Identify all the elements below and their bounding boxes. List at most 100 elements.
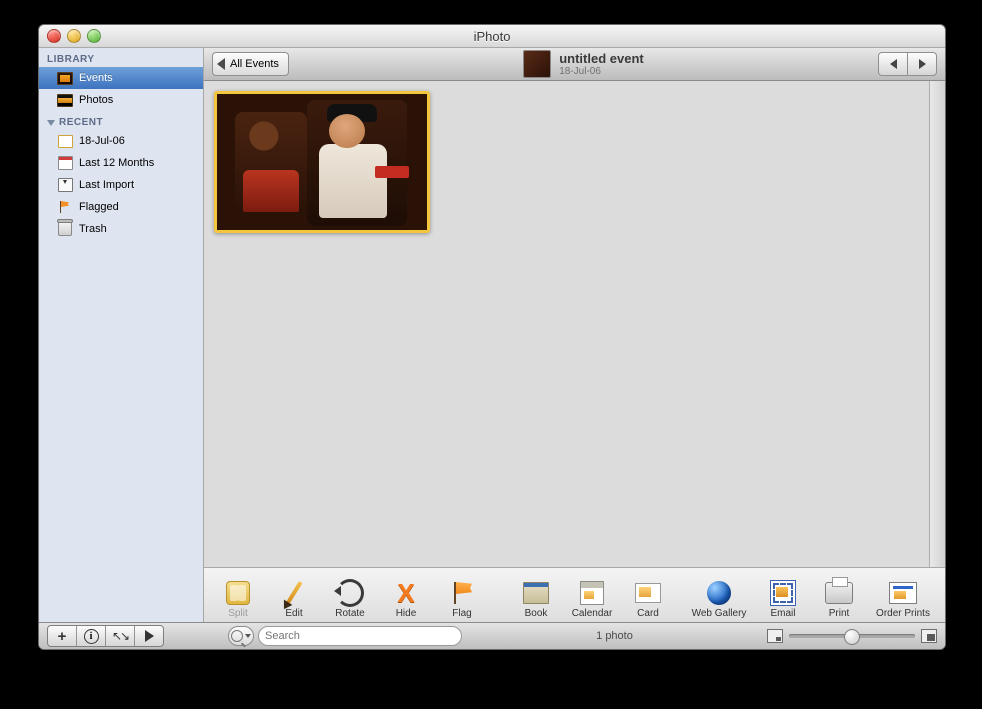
split-icon [223,578,253,608]
sidebar-item-label: Last Import [79,179,134,191]
printer-icon [824,578,854,608]
back-button-label: All Events [230,58,279,70]
event-title[interactable]: untitled event [559,51,644,66]
toolbar-label: Hide [396,608,417,619]
flag-button[interactable]: Flag [434,571,490,619]
calendar-icon [577,578,607,608]
order-prints-button[interactable]: Order Prints [867,571,939,619]
sidebar-item-label: Events [79,72,113,84]
events-icon [57,71,73,85]
print-button[interactable]: Print [811,571,867,619]
fullscreen-icon: ↖↘ [112,629,128,643]
event-header: untitled event 18-Jul-06 [299,50,868,78]
toolbar-label: Print [829,608,850,619]
sidebar-item-last-import[interactable]: Last Import [39,174,203,196]
all-events-back-button[interactable]: All Events [212,52,289,76]
disclosure-triangle-icon [47,120,55,126]
sidebar-section-recent[interactable]: RECENT [39,111,203,130]
photo-grid-canvas[interactable] [204,81,929,567]
thumbnail-size-slider[interactable] [767,629,937,643]
event-key-photo-thumbnail[interactable] [523,50,551,78]
small-thumb-icon [767,629,783,643]
toolbar-label: Email [770,608,795,619]
toolbar-label: Calendar [572,608,613,619]
order-prints-icon [888,578,918,608]
play-icon [145,630,154,642]
sidebar-item-label: 18-Jul-06 [79,135,125,147]
close-window-button[interactable] [47,29,61,43]
flag-icon [447,578,477,608]
hide-button[interactable]: X Hide [378,571,434,619]
sidebar-item-events[interactable]: Events [39,67,203,89]
toolbar-label: Split [228,608,247,619]
search-field-wrap [228,626,462,646]
email-button[interactable]: Email [755,571,811,619]
chevron-left-icon [217,58,225,70]
magnifier-icon [231,630,243,642]
slider-thumb[interactable] [844,629,860,645]
play-slideshow-button[interactable] [135,626,163,646]
toolbar-label: Web Gallery [692,608,747,619]
book-icon [521,578,551,608]
toolbar-label: Book [525,608,548,619]
minimize-window-button[interactable] [67,29,81,43]
next-event-button[interactable] [907,52,937,76]
sidebar-section-label: LIBRARY [47,54,95,65]
sidebar-item-last-12-months[interactable]: Last 12 Months [39,152,203,174]
add-button[interactable]: + [48,626,77,646]
zoom-window-button[interactable] [87,29,101,43]
previous-event-button[interactable] [878,52,907,76]
iphoto-window: iPhoto LIBRARY Events Photos RECENT [38,24,946,650]
chevron-down-icon [245,634,251,638]
info-button[interactable]: i [77,626,106,646]
vertical-scrollbar[interactable] [929,81,945,567]
trash-icon [57,222,73,236]
globe-icon [704,578,734,608]
book-button[interactable]: Book [508,571,564,619]
event-date: 18-Jul-06 [559,66,644,77]
calendar-button[interactable]: Calendar [564,571,620,619]
date-icon [57,134,73,148]
arrow-left-icon [890,59,897,69]
card-button[interactable]: Card [620,571,676,619]
edit-button[interactable]: Edit [266,571,322,619]
web-gallery-button[interactable]: Web Gallery [683,571,755,619]
footer-left-segmented: + i ↖↘ [47,625,164,647]
event-nav-buttons [878,52,937,76]
main-pane: All Events untitled event 18-Jul-06 [204,48,945,622]
sidebar-item-label: Last 12 Months [79,157,154,169]
calendar-icon [57,156,73,170]
large-thumb-icon [921,629,937,643]
flag-icon [57,200,73,214]
plus-icon: + [58,629,67,644]
search-field[interactable] [258,626,462,646]
card-icon [633,578,663,608]
source-list-sidebar: LIBRARY Events Photos RECENT 18-Jul-06 [39,48,204,622]
info-icon: i [84,629,99,644]
photo-count-label: 1 photo [470,630,759,642]
slider-track[interactable] [789,634,915,638]
search-input[interactable] [265,630,455,642]
toolbar-label: Rotate [335,608,364,619]
sidebar-item-photos[interactable]: Photos [39,89,203,111]
sidebar-item-label: Photos [79,94,113,106]
title-bar: iPhoto [39,25,945,48]
rotate-button[interactable]: Rotate [322,571,378,619]
sidebar-item-event-date[interactable]: 18-Jul-06 [39,130,203,152]
split-button[interactable]: Split [210,571,266,619]
stamp-icon [768,578,798,608]
sidebar-section-label: RECENT [59,117,103,128]
bottom-toolbar: Split Edit Rotate X Hide [204,567,945,622]
pencil-icon [279,578,309,608]
photos-icon [57,93,73,107]
window-title: iPhoto [39,29,945,44]
toolbar-label: Order Prints [876,608,930,619]
sidebar-item-trash[interactable]: Trash [39,218,203,240]
photo-thumbnail-selected[interactable] [214,91,430,233]
fullscreen-button[interactable]: ↖↘ [106,626,135,646]
sidebar-section-library: LIBRARY [39,48,203,67]
sidebar-item-label: Flagged [79,201,119,213]
sidebar-item-flagged[interactable]: Flagged [39,196,203,218]
search-scope-button[interactable] [228,626,254,646]
sidebar-item-label: Trash [79,223,107,235]
